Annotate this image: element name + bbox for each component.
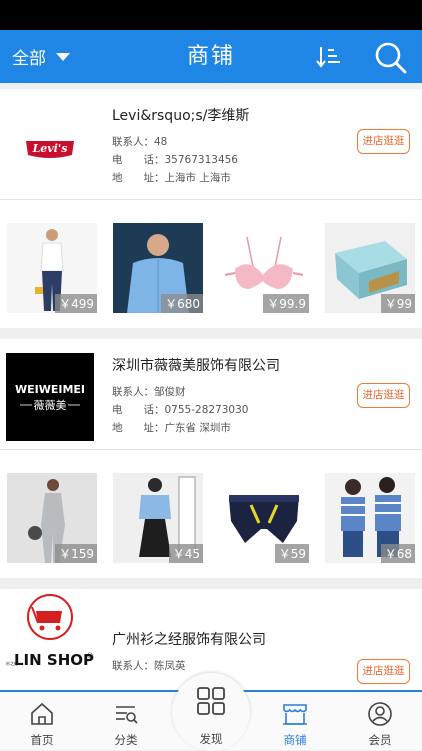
phone-value: 0755-28273030 — [164, 404, 249, 416]
product-row: ￥499 ￥680 ￥99.9 ￥99 — [0, 200, 422, 328]
product-price: ￥99 — [380, 294, 415, 313]
member-icon — [368, 702, 392, 726]
address-label: 地 址： — [112, 422, 165, 434]
contact-line: 联系人：邹俊财 — [112, 383, 280, 401]
phone-value: 35767313456 — [164, 154, 239, 166]
product-thumb[interactable]: ￥99 — [325, 223, 415, 313]
product-thumb[interactable]: ￥159 — [7, 473, 97, 563]
shop-header[interactable]: WEIWEIMEI 薇薇美 深圳市薇薇美服饰有限公司 联系人：邹俊财 电 话：0… — [0, 339, 422, 450]
phone-label: 电 话： — [112, 154, 165, 166]
search-button[interactable] — [374, 41, 408, 75]
logo-text: Levi's — [32, 142, 68, 155]
enter-shop-button[interactable]: 进店逛逛 — [357, 129, 410, 154]
tab-discover[interactable]: 发现 — [172, 673, 250, 751]
tab-label: 发现 — [199, 732, 223, 746]
tab-label: 会员 — [368, 733, 392, 747]
product-price: ￥68 — [380, 544, 415, 563]
contact-label: 联系人： — [112, 136, 154, 148]
logo-subtext: 薇薇美 — [34, 399, 67, 412]
product-thumb[interactable]: ￥680 — [113, 223, 203, 313]
search-icon — [375, 42, 407, 74]
product-price: ￥159 — [55, 544, 97, 563]
contact-line: 联系人：陈凤英 — [112, 657, 266, 675]
product-price: ￥680 — [161, 294, 203, 313]
sort-icon — [316, 47, 340, 68]
contact-value: 邹俊财 — [154, 386, 186, 398]
phone-line: 电 话：35767313456 — [112, 151, 249, 169]
address-value: 广东省 深圳市 — [164, 422, 231, 434]
status-bar — [0, 0, 422, 30]
shop-card: Levi's Levi&rsquo;s/李维斯 联系人：48 电 话：35767… — [0, 89, 422, 328]
shop-name: 深圳市薇薇美服饰有限公司 — [112, 358, 280, 374]
tab-shop[interactable]: 商铺 — [253, 692, 337, 750]
enter-shop-button[interactable]: 进店逛逛 — [357, 659, 410, 684]
discover-grid-icon — [197, 687, 225, 715]
address-line: 地 址：上海市 上海市 — [112, 169, 249, 187]
tab-member[interactable]: 会员 — [338, 692, 422, 750]
product-thumb[interactable]: ￥68 — [325, 473, 415, 563]
tab-home[interactable]: 首页 — [0, 692, 84, 750]
shop-info: Levi&rsquo;s/李维斯 联系人：48 电 话：35767313456 … — [112, 105, 249, 187]
logo-text: WEIWEIMEI — [15, 383, 85, 396]
phone-line: 电 话：0755-28273030 — [112, 401, 280, 419]
filter-dropdown[interactable]: 全部 — [12, 30, 70, 83]
filter-label: 全部 — [12, 49, 46, 69]
contact-value: 陈凤英 — [154, 660, 186, 672]
address-label: 地 址： — [112, 172, 165, 184]
address-value: 上海市 上海市 — [164, 172, 231, 184]
tab-label: 首页 — [30, 733, 54, 747]
product-price: ￥99.9 — [263, 294, 309, 313]
tab-label: 商铺 — [283, 733, 307, 747]
shop-info: 广州衫之经服饰有限公司 联系人：陈凤英 — [112, 629, 266, 675]
product-thumb[interactable]: ￥499 — [7, 223, 97, 313]
product-price: ￥499 — [55, 294, 97, 313]
enter-shop-button[interactable]: 进店逛逛 — [357, 383, 410, 408]
sort-button[interactable] — [316, 44, 342, 70]
category-icon — [116, 706, 138, 724]
logo-registered-mark: ® — [87, 652, 94, 660]
logo-small-text: 衫之经 — [6, 660, 18, 666]
product-price: ￥45 — [168, 544, 203, 563]
product-thumb[interactable]: ￥99.9 — [219, 223, 309, 313]
address-line: 地 址：广东省 深圳市 — [112, 419, 280, 437]
shop-list[interactable]: Levi's Levi&rsquo;s/李维斯 联系人：48 电 话：35767… — [0, 83, 422, 690]
shop-name: 广州衫之经服饰有限公司 — [112, 632, 266, 648]
shop-logo: LIN SHOP ® 衫之经 — [6, 593, 94, 681]
shop-icon — [283, 704, 307, 725]
tab-category[interactable]: 分类 — [84, 692, 168, 750]
product-price: ￥59 — [274, 544, 309, 563]
shop-header[interactable]: Levi's Levi&rsquo;s/李维斯 联系人：48 电 话：35767… — [0, 89, 422, 200]
logo-text: LIN SHOP — [14, 651, 94, 669]
tab-label: 分类 — [114, 733, 138, 747]
shop-info: 深圳市薇薇美服饰有限公司 联系人：邹俊财 电 话：0755-28273030 地… — [112, 355, 280, 437]
home-icon — [31, 702, 53, 725]
shop-card: WEIWEIMEI 薇薇美 深圳市薇薇美服饰有限公司 联系人：邹俊财 电 话：0… — [0, 339, 422, 578]
top-bar: 全部 商铺 — [0, 30, 422, 83]
shop-logo: Levi's — [6, 103, 94, 191]
shop-name: Levi&rsquo;s/李维斯 — [112, 108, 250, 124]
phone-label: 电 话： — [112, 404, 165, 416]
shop-logo: WEIWEIMEI 薇薇美 — [6, 353, 94, 441]
contact-label: 联系人： — [112, 660, 154, 672]
product-thumb[interactable]: ￥59 — [219, 473, 309, 563]
dropdown-caret-icon — [56, 52, 70, 61]
product-row: ￥159 ￥45 ￥59 ￥68 — [0, 450, 422, 578]
product-thumb[interactable]: ￥45 — [113, 473, 203, 563]
contact-value: 48 — [154, 136, 168, 148]
contact-line: 联系人：48 — [112, 133, 249, 151]
contact-label: 联系人： — [112, 386, 154, 398]
